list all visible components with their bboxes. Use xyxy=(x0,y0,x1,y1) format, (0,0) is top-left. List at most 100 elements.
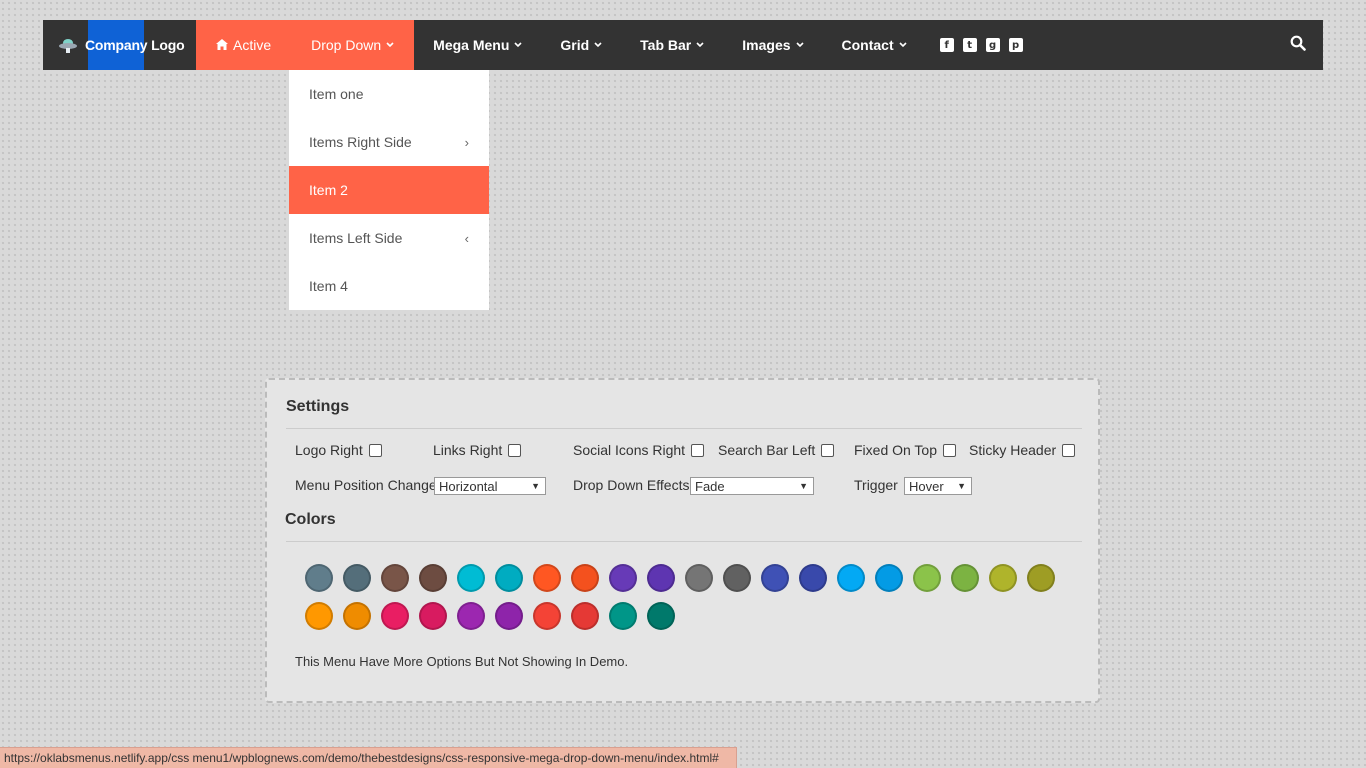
color-swatch[interactable] xyxy=(419,602,447,630)
dropdown-item-label: Items Left Side xyxy=(309,230,403,246)
ufo-logo-icon xyxy=(57,34,79,56)
chevron-down-icon: ▼ xyxy=(799,481,808,491)
home-icon xyxy=(216,37,228,53)
chevron-down-icon: ▼ xyxy=(957,481,966,491)
color-swatch[interactable] xyxy=(609,602,637,630)
demo-note: This Menu Have More Options But Not Show… xyxy=(295,654,629,669)
color-swatch[interactable] xyxy=(381,564,409,592)
drop-down-effects-label: Drop Down Effects xyxy=(573,477,690,493)
color-swatch[interactable] xyxy=(837,564,865,592)
dropdown-menu: Item one Items Right Side › Item 2 Items… xyxy=(289,70,489,310)
color-swatch[interactable] xyxy=(381,602,409,630)
nav-item-tab-bar[interactable]: Tab Bar xyxy=(621,20,723,70)
color-swatch[interactable] xyxy=(305,564,333,592)
color-swatch[interactable] xyxy=(723,564,751,592)
color-swatch[interactable] xyxy=(343,602,371,630)
logo-right-checkbox[interactable] xyxy=(368,443,382,457)
color-swatch[interactable] xyxy=(571,602,599,630)
dropdown-item-2[interactable]: Item 2 xyxy=(289,166,489,214)
color-swatch[interactable] xyxy=(989,564,1017,592)
option-label: Social Icons Right xyxy=(573,442,686,458)
nav-item-label: Grid xyxy=(560,37,590,53)
pinterest-icon[interactable]: p xyxy=(1008,38,1023,52)
option-label: Logo Right xyxy=(295,442,363,458)
twitter-icon[interactable]: t xyxy=(962,38,977,52)
nav-item-mega-menu[interactable]: Mega Menu xyxy=(414,20,541,70)
company-logo[interactable]: Company Logo xyxy=(43,20,196,70)
chevron-down-icon xyxy=(696,40,704,50)
main-navbar: Company Logo Active Drop Down Mega Menu … xyxy=(43,20,1323,70)
trigger-select[interactable]: Hover ▼ xyxy=(904,477,972,495)
drop-down-effects-select[interactable]: Fade ▼ xyxy=(690,477,814,495)
color-swatch[interactable] xyxy=(495,564,523,592)
color-swatch[interactable] xyxy=(533,564,561,592)
nav-item-contact[interactable]: Contact xyxy=(823,20,926,70)
option-search-bar-left: Search Bar Left xyxy=(718,442,835,458)
option-sticky-header: Sticky Header xyxy=(969,442,1076,458)
dropdown-item-one[interactable]: Item one xyxy=(289,70,489,118)
social-icons-right-checkbox[interactable] xyxy=(691,443,705,457)
color-swatch[interactable] xyxy=(495,602,523,630)
chevron-down-icon xyxy=(386,40,394,50)
color-swatch[interactable] xyxy=(343,564,371,592)
colors-title: Colors xyxy=(285,511,336,528)
color-swatch[interactable] xyxy=(685,564,713,592)
select-value: Horizontal xyxy=(439,478,498,494)
color-swatch[interactable] xyxy=(875,564,903,592)
dropdown-item-label: Item one xyxy=(309,86,364,102)
dropdown-item-label: Item 2 xyxy=(309,182,348,198)
color-swatch[interactable] xyxy=(761,564,789,592)
trigger-label: Trigger xyxy=(854,477,898,493)
status-bar-url: https://oklabsmenus.netlify.app/css menu… xyxy=(0,747,737,768)
logo-text: Company Logo xyxy=(85,37,185,53)
chevron-right-icon: › xyxy=(464,134,469,150)
color-swatch[interactable] xyxy=(647,564,675,592)
option-links-right: Links Right xyxy=(433,442,522,458)
option-label: Links Right xyxy=(433,442,503,458)
fixed-on-top-checkbox[interactable] xyxy=(943,443,957,457)
nav-item-grid[interactable]: Grid xyxy=(541,20,621,70)
dropdown-item-left-side[interactable]: Items Left Side ‹ xyxy=(289,214,489,262)
color-swatch[interactable] xyxy=(533,602,561,630)
color-swatch[interactable] xyxy=(647,602,675,630)
option-social-icons-right: Social Icons Right xyxy=(573,442,705,458)
color-swatch[interactable] xyxy=(457,602,485,630)
settings-title: Settings xyxy=(286,398,350,415)
chevron-left-icon: ‹ xyxy=(464,230,469,246)
option-logo-right: Logo Right xyxy=(295,442,382,458)
nav-item-drop-down[interactable]: Drop Down xyxy=(291,20,415,70)
sticky-header-checkbox[interactable] xyxy=(1062,443,1076,457)
menu-position-select[interactable]: Horizontal ▼ xyxy=(434,477,546,495)
chevron-down-icon xyxy=(594,40,602,50)
color-swatch[interactable] xyxy=(305,602,333,630)
facebook-icon[interactable]: f xyxy=(939,38,954,52)
google-plus-icon[interactable]: g xyxy=(985,38,1000,52)
color-swatch[interactable] xyxy=(457,564,485,592)
option-label: Sticky Header xyxy=(969,442,1057,458)
dropdown-item-right-side[interactable]: Items Right Side › xyxy=(289,118,489,166)
nav-item-label: Mega Menu xyxy=(433,37,510,53)
chevron-down-icon: ▼ xyxy=(531,481,540,491)
dropdown-item-label: Items Right Side xyxy=(309,134,412,150)
dropdown-item-4[interactable]: Item 4 xyxy=(289,262,489,310)
links-right-checkbox[interactable] xyxy=(508,443,522,457)
dropdown-item-label: Item 4 xyxy=(309,278,348,294)
chevron-down-icon xyxy=(795,40,804,50)
color-swatch[interactable] xyxy=(419,564,447,592)
color-swatch[interactable] xyxy=(571,564,599,592)
color-swatch[interactable] xyxy=(1027,564,1055,592)
option-label: Fixed On Top xyxy=(854,442,938,458)
nav-item-images[interactable]: Images xyxy=(723,20,822,70)
nav-item-active[interactable]: Active xyxy=(196,20,292,70)
color-swatch[interactable] xyxy=(799,564,827,592)
color-swatch[interactable] xyxy=(951,564,979,592)
nav-item-label: Active xyxy=(233,37,272,53)
search-bar-left-checkbox[interactable] xyxy=(821,443,835,457)
color-swatch[interactable] xyxy=(609,564,637,592)
search-button[interactable] xyxy=(1273,20,1323,70)
chevron-down-icon xyxy=(514,40,522,50)
select-value: Fade xyxy=(695,478,725,494)
nav-item-label: Contact xyxy=(841,37,894,53)
color-swatch[interactable] xyxy=(913,564,941,592)
social-icons: f t g p xyxy=(939,20,1023,70)
